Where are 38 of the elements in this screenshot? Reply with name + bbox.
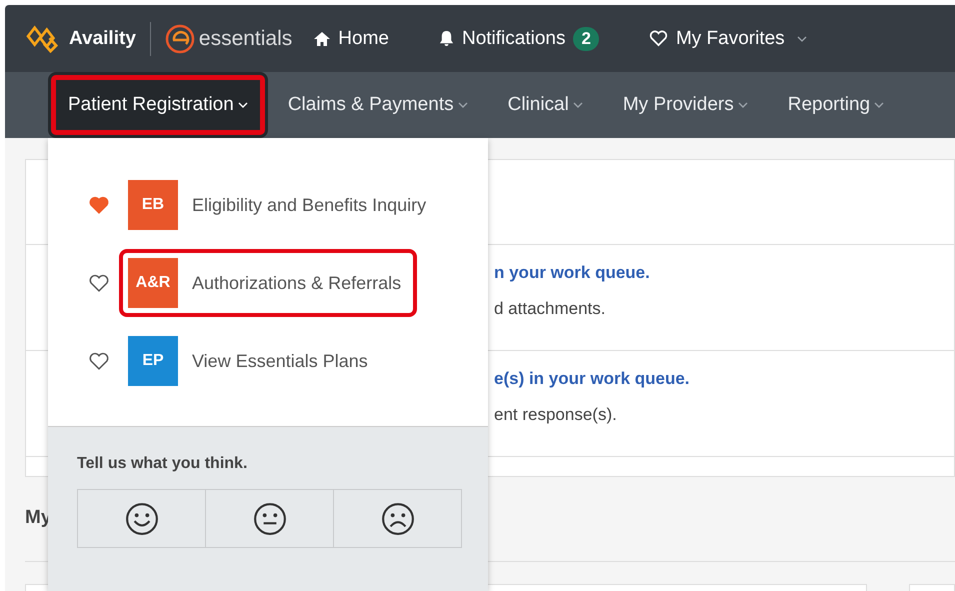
menu-item[interactable]: A&R Authorizations & Referrals [119, 249, 418, 317]
chevron-icon [238, 102, 248, 108]
chevron-icon [874, 102, 884, 108]
favorite-heart-icon[interactable] [88, 274, 110, 292]
brand-name: Availity [69, 28, 136, 50]
product-name: essentials [198, 26, 292, 50]
app-badge: EP [128, 336, 178, 386]
queue-link[interactable]: e(s) in your work queue. [494, 369, 954, 389]
queue-detail: ent response(s). [494, 405, 618, 425]
favorite-heart-icon[interactable] [88, 196, 110, 214]
sad-face-icon [380, 502, 414, 536]
bell-icon [438, 30, 454, 47]
chevron-icon [738, 102, 748, 108]
menu-item[interactable]: EP View Essentials Plans [119, 327, 384, 395]
notifications-link[interactable]: Notifications 2 [438, 26, 599, 50]
nav-tab[interactable]: Reporting [768, 72, 904, 138]
e-logo-icon [164, 24, 195, 54]
happy-face-icon [124, 502, 158, 536]
nav-tab[interactable]: Claims & Payments [268, 72, 488, 138]
chevron-icon [458, 102, 468, 108]
app-badge: A&R [128, 258, 178, 308]
app-badge: EB [128, 180, 178, 230]
queue-link[interactable]: n your work queue. [494, 263, 954, 283]
menu-item[interactable]: EB Eligibility and Benefits Inquiry [119, 171, 442, 239]
heart-icon [648, 30, 668, 47]
chevron-icon [572, 102, 583, 108]
favorites-link[interactable]: My Favorites [648, 28, 807, 50]
favorite-heart-icon[interactable] [88, 352, 110, 370]
nav-tab[interactable]: Patient Registration [48, 72, 268, 138]
chevron-icon [796, 36, 807, 42]
home-link[interactable]: Home [314, 28, 389, 50]
feedback-prompt: Tell us what you think. [77, 455, 248, 473]
home-icon [314, 32, 330, 46]
neutral-face-icon [252, 502, 286, 536]
nav-tab[interactable]: Clinical [488, 72, 603, 138]
notification-count: 2 [573, 26, 599, 50]
nav-tab[interactable]: My Providers [602, 72, 768, 138]
queue-detail: d attachments. [494, 299, 607, 319]
